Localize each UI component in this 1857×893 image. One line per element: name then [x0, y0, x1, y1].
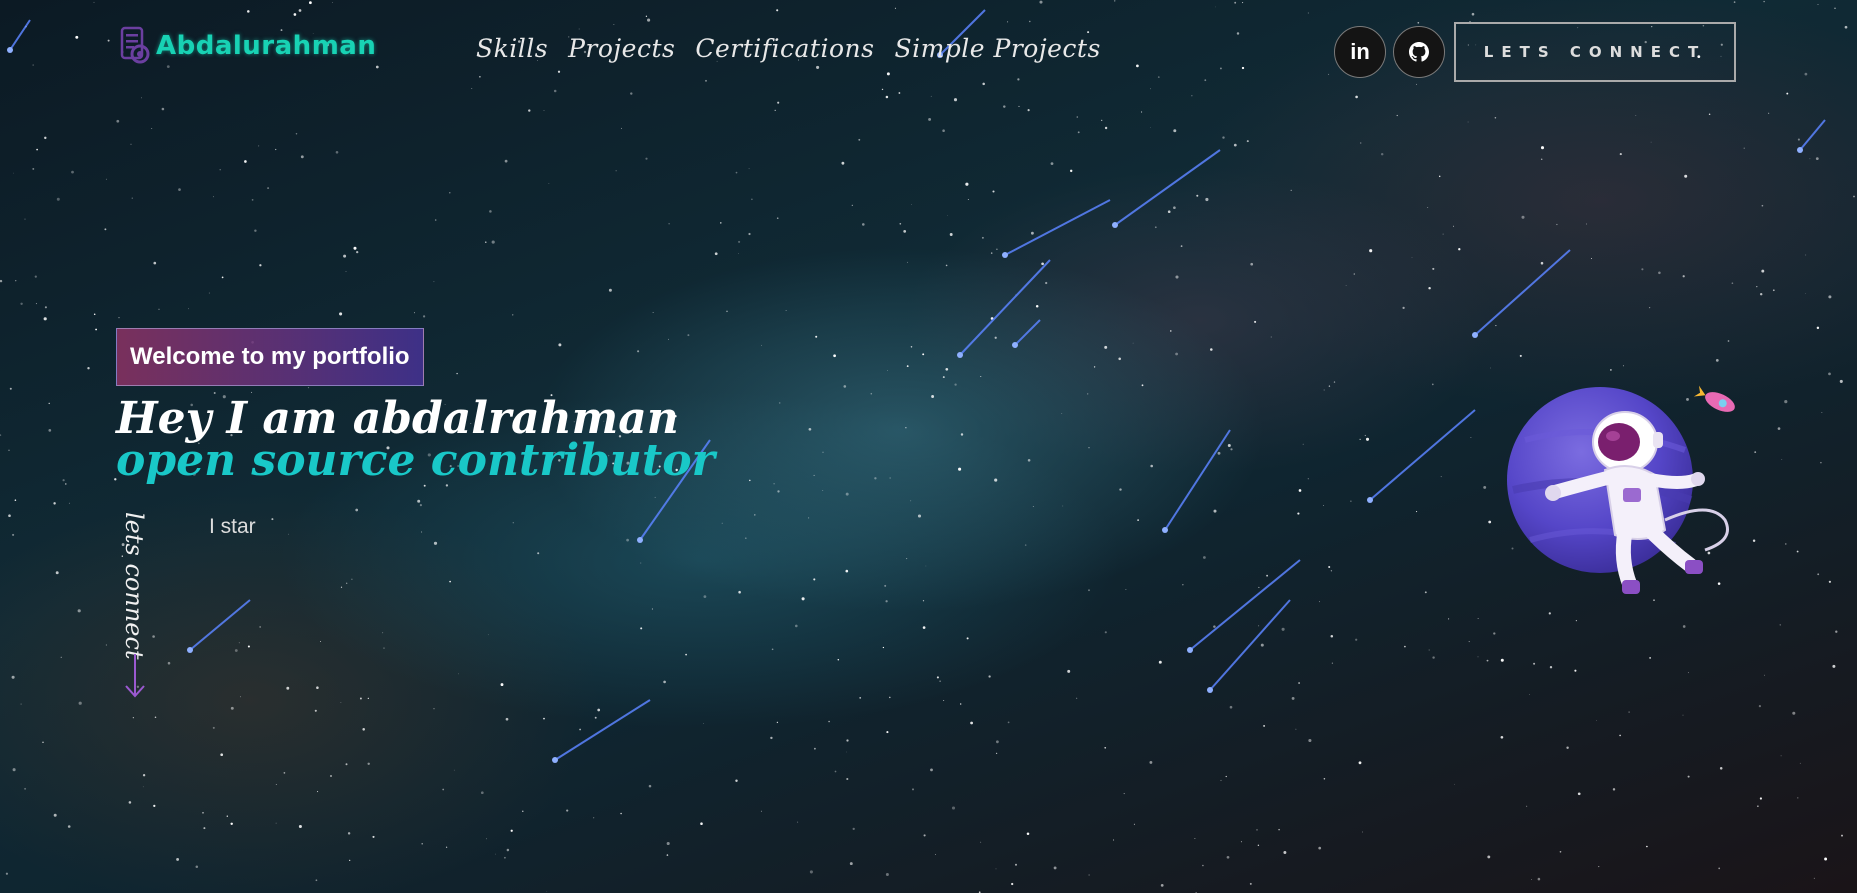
shooting-star [1114, 149, 1221, 226]
github-button[interactable] [1393, 26, 1445, 78]
hero-title: Hey I am abdalrahman open source contrib… [116, 393, 715, 486]
hero-role: open source contributor [116, 435, 715, 486]
shooting-star [1799, 119, 1826, 151]
shooting-star [1209, 599, 1291, 691]
shooting-star [1474, 249, 1571, 336]
nav-links: Skills Projects Certifications Simple Pr… [476, 34, 1101, 63]
typing-text: I star [209, 515, 256, 538]
shooting-star [959, 259, 1051, 356]
logo[interactable]: Abdalurahman [116, 26, 376, 66]
logo-text: Abdalurahman [156, 31, 377, 61]
github-icon [1409, 42, 1429, 62]
astronaut-illustration [1507, 385, 1735, 594]
shooting-star [189, 599, 251, 651]
shooting-star [1004, 199, 1111, 256]
lets-connect-button[interactable]: LETS CONNECT [1454, 22, 1736, 82]
nav-simple-projects[interactable]: Simple Projects [894, 34, 1100, 63]
lets-connect-link[interactable]: lets connect [120, 512, 150, 698]
logo-icon [120, 26, 150, 64]
linkedin-icon: in [1350, 39, 1370, 64]
nav-skills[interactable]: Skills [476, 34, 548, 63]
welcome-tagline: Welcome to my portfolio [116, 328, 424, 386]
shooting-star [1164, 429, 1231, 531]
hero-greeting: Hey I am abdalrahman [116, 393, 679, 444]
nav-projects[interactable]: Projects [568, 34, 675, 63]
linkedin-button[interactable]: in [1334, 26, 1386, 78]
nav-certifications[interactable]: Certifications [695, 34, 874, 63]
shooting-star [1014, 319, 1041, 346]
shooting-star [1189, 559, 1301, 651]
lets-connect-label: lets connect [120, 512, 148, 660]
header-navbar: Abdalurahman Skills Projects Certificati… [0, 0, 1857, 100]
arrow-down-icon [125, 654, 145, 698]
shooting-star [1369, 409, 1476, 501]
shooting-star [554, 699, 651, 761]
